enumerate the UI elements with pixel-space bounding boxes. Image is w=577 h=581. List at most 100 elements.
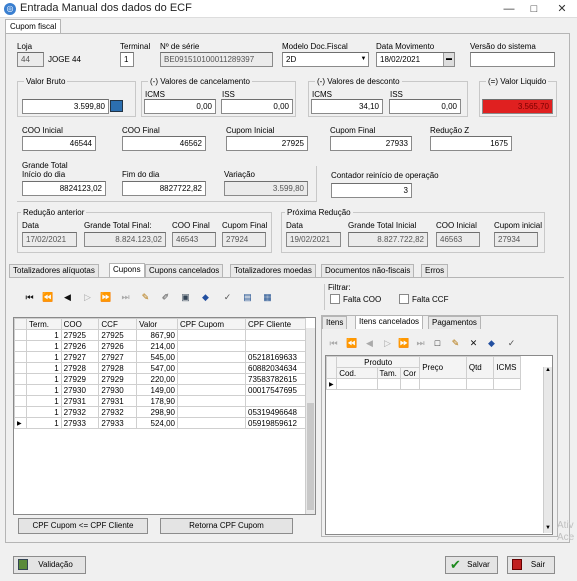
table-cell[interactable]: 149,00 [136, 384, 178, 396]
cancel-icms-field[interactable]: 0,00 [144, 99, 216, 114]
reducao-z-field[interactable]: 1675 [430, 136, 512, 151]
table-cell[interactable] [177, 373, 246, 385]
prior-item-page-icon[interactable]: ⏪ [346, 338, 357, 349]
tab-erros[interactable]: Erros [421, 264, 449, 277]
col-header-preco[interactable]: Preço [419, 356, 467, 379]
table-cell[interactable]: 60882034634 [245, 362, 306, 374]
post-icon[interactable]: ▣ [180, 292, 191, 303]
table-cell[interactable]: 214,00 [136, 340, 178, 352]
valor-bruto-field[interactable]: 3.599,80 [22, 99, 109, 114]
tab-pagamentos[interactable]: Pagamentos [428, 316, 481, 329]
cancel-edit-icon[interactable]: ◆ [200, 292, 211, 303]
table-cell[interactable]: 545,00 [136, 351, 178, 363]
retorna-cpf-button[interactable]: Retorna CPF Cupom [160, 518, 293, 534]
table-row[interactable]: 1 27926 27926 214,00 [14, 340, 306, 352]
next-item-page-icon[interactable]: ⏩ [398, 338, 409, 349]
terminal-field[interactable]: 1 [120, 52, 134, 67]
table-cell[interactable]: 27928 [60, 362, 100, 374]
table-cell[interactable]: 1 [26, 362, 62, 374]
col-header-cpf-cupom[interactable]: CPF Cupom [177, 318, 246, 330]
tab-cupons-cancelados[interactable]: Cupons cancelados [145, 264, 224, 277]
col-header-cpf-cliente[interactable]: CPF Cliente [245, 318, 306, 330]
table-cell[interactable] [177, 417, 246, 429]
table-cell[interactable]: 1 [26, 373, 62, 385]
table-row[interactable]: 1 27932 27932 298,90 05319496648 [14, 406, 306, 418]
table-row[interactable]: 1 27930 27930 149,00 00017547695 [14, 384, 306, 396]
table-cell[interactable]: 00017547695 [245, 384, 306, 396]
desc-iss-field[interactable]: 0,00 [389, 99, 461, 114]
desc-icms-field[interactable]: 34,10 [311, 99, 383, 114]
col-header-ccf[interactable]: CCF [98, 318, 138, 330]
scroll-down-icon[interactable]: ▼ [545, 525, 551, 533]
table-cell[interactable] [245, 395, 306, 407]
table-cell[interactable]: 547,00 [136, 362, 178, 374]
edit-icon[interactable]: ✐ [160, 292, 171, 303]
table-cell[interactable] [177, 384, 246, 396]
table-cell[interactable]: 1 [26, 340, 62, 352]
table-cell[interactable]: 27929 [98, 373, 138, 385]
prior-record-icon[interactable]: ◀ [62, 292, 73, 303]
falta-ccf-checkbox[interactable] [399, 294, 409, 304]
col-header-tam[interactable]: Tam. [376, 367, 402, 379]
col-header-coo[interactable]: COO [60, 318, 100, 330]
table-cell[interactable]: 1 [26, 329, 62, 341]
tab-documentos-nao-fiscais[interactable]: Documentos não-fiscais [321, 264, 415, 277]
itens-vertical-scrollbar[interactable]: ▲ ▼ [543, 367, 552, 533]
table-cell[interactable]: 27932 [60, 406, 100, 418]
table-cell[interactable]: 27932 [98, 406, 138, 418]
edit-item-icon[interactable]: ✎ [450, 338, 461, 349]
tab-itens-cancelados[interactable]: Itens cancelados [355, 315, 424, 329]
first-item-icon[interactable]: ⏮ [328, 338, 339, 349]
new-document-icon[interactable]: □ [432, 338, 443, 349]
calendar-dropdown-icon[interactable]: ▬ [443, 53, 454, 66]
delete-icon[interactable]: ✕ [468, 338, 479, 349]
table-cell[interactable]: 27927 [60, 351, 100, 363]
modelo-select[interactable]: 2D [282, 52, 369, 67]
col-header-cor[interactable]: Cor [400, 367, 421, 379]
calculator-icon[interactable] [110, 100, 123, 112]
table-row[interactable]: 1 27928 27928 547,00 60882034634 [14, 362, 306, 374]
cancel-iss-field[interactable]: 0,00 [221, 99, 293, 114]
col-header-term[interactable]: Term. [26, 318, 62, 330]
tab-totalizadores-aliquotas[interactable]: Totalizadores alíquotas [9, 264, 99, 277]
tab-totalizadores-moedas[interactable]: Totalizadores moedas [230, 264, 316, 277]
print-icon[interactable]: ▦ [262, 292, 273, 303]
table-cell[interactable]: 27929 [60, 373, 100, 385]
cupom-final-field[interactable]: 27933 [330, 136, 412, 151]
coo-inicial-field[interactable]: 46544 [22, 136, 96, 151]
itens-cell[interactable] [376, 378, 402, 390]
prior-item-icon[interactable]: ◀ [364, 338, 375, 349]
table-row[interactable]: 1 27929 27929 220,00 73583782615 [14, 373, 306, 385]
cupons-grid[interactable]: Term. COO CCF Valor CPF Cupom CPF Client… [13, 317, 316, 515]
table-cell[interactable]: 298,90 [136, 406, 178, 418]
table-row[interactable]: ▶ 1 27933 27933 524,00 05919859612 [14, 417, 306, 429]
itens-cell[interactable] [419, 378, 467, 390]
cupons-scroll-thumb[interactable] [307, 403, 314, 510]
coo-final-field[interactable]: 46562 [122, 136, 206, 151]
table-cell[interactable]: 1 [26, 395, 62, 407]
table-cell[interactable]: 27925 [60, 329, 100, 341]
scroll-up-icon[interactable]: ▲ [545, 367, 551, 375]
table-cell[interactable]: 1 [26, 417, 62, 429]
table-cell[interactable] [177, 406, 246, 418]
close-button[interactable]: ✕ [548, 0, 576, 18]
table-cell[interactable]: 178,90 [136, 395, 178, 407]
check-icon[interactable]: ✓ [506, 338, 517, 349]
cpf-cupom-button[interactable]: CPF Cupom <= CPF Cliente [18, 518, 148, 534]
table-cell[interactable]: 27926 [60, 340, 100, 352]
itens-cell[interactable] [400, 378, 421, 390]
table-cell[interactable]: 27933 [98, 417, 138, 429]
table-cell[interactable]: 27931 [60, 395, 100, 407]
table-row[interactable]: 1 27927 27927 545,00 05218169633 [14, 351, 306, 363]
table-cell[interactable] [245, 340, 306, 352]
table-cell[interactable]: 27928 [98, 362, 138, 374]
next-item-icon[interactable]: ▷ [382, 338, 393, 349]
cupom-inicial-field[interactable]: 27925 [226, 136, 308, 151]
table-cell[interactable]: 27930 [98, 384, 138, 396]
col-header-cod[interactable]: Cod. [336, 367, 378, 379]
col-header-valor[interactable]: Valor [136, 318, 178, 330]
tab-cupons[interactable]: Cupons [109, 263, 145, 277]
last-item-icon[interactable]: ⏭ [415, 338, 426, 349]
table-cell[interactable]: 27933 [60, 417, 100, 429]
col-header-qtd[interactable]: Qtd [465, 356, 495, 379]
